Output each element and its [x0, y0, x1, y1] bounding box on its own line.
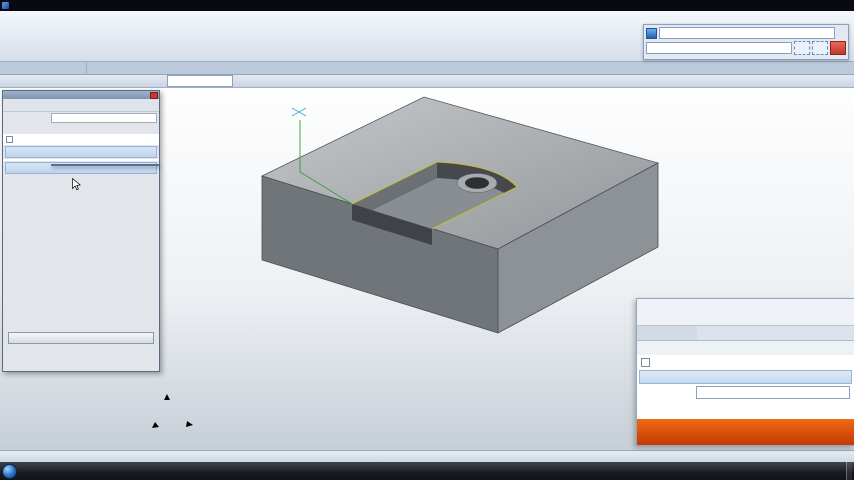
zw3d-application-window: { "glyphs": {"caret":"▾","check":"✓","cl… — [0, 0, 854, 480]
tutorial-search-input[interactable] — [659, 27, 835, 39]
section-anfahren-1[interactable] — [5, 146, 157, 158]
document-tabs — [87, 62, 854, 74]
panel-section-anfahren-1[interactable] — [639, 370, 852, 384]
tutorial-back-button[interactable] — [794, 41, 810, 55]
panel-typ-select[interactable] — [696, 386, 850, 399]
mouse-cursor — [72, 178, 81, 191]
panel-kollision-checkbox[interactable] — [641, 357, 650, 367]
berechnen-button[interactable] — [8, 332, 154, 344]
panel-modus-value[interactable] — [697, 326, 854, 340]
panel-icon-row — [637, 299, 854, 326]
window-title — [468, 0, 478, 11]
start-button[interactable] — [2, 463, 17, 479]
dialog-footer-icons — [3, 358, 159, 371]
dialog-icon-row — [3, 99, 159, 112]
callout-text — [255, 330, 505, 334]
tutorial-forward-button[interactable] — [812, 41, 828, 55]
anfahren-abfahren-dialog — [2, 90, 160, 372]
dialog-titlebar[interactable] — [3, 91, 159, 99]
typ-dropdown-list — [51, 164, 159, 166]
document-tabbar — [0, 62, 854, 75]
dialog-footer-buttons — [7, 346, 155, 357]
manager-panel-label — [0, 62, 87, 74]
system-tray — [830, 462, 852, 480]
statusbar — [0, 450, 854, 462]
show-desktop-button[interactable] — [846, 462, 852, 480]
axis-triad — [152, 394, 193, 428]
availability-banner — [637, 419, 854, 445]
panel-tabs — [637, 341, 854, 355]
tutorial-close-button[interactable] — [830, 41, 846, 55]
viewport-toolbar — [0, 75, 854, 88]
dialog-close-button[interactable] — [150, 91, 158, 99]
marker-cyan — [291, 107, 307, 117]
filter-combo[interactable] — [167, 75, 233, 87]
dialog-field-list — [3, 159, 159, 161]
dialog-tabs — [3, 123, 159, 134]
modus-select[interactable] — [51, 112, 157, 123]
zw3d-logo-icon — [2, 2, 9, 9]
tutorial-panel — [643, 24, 849, 60]
kollisionspruefung-checkbox[interactable] — [6, 136, 13, 143]
tutorial-doc-icon — [646, 27, 657, 39]
titlebar — [0, 0, 854, 11]
hole — [465, 177, 489, 189]
part-3d-model — [260, 96, 660, 334]
tutorial-topic-select[interactable] — [646, 42, 792, 54]
anfahren-zoom-panel — [636, 298, 854, 446]
windows-taskbar — [0, 462, 854, 480]
